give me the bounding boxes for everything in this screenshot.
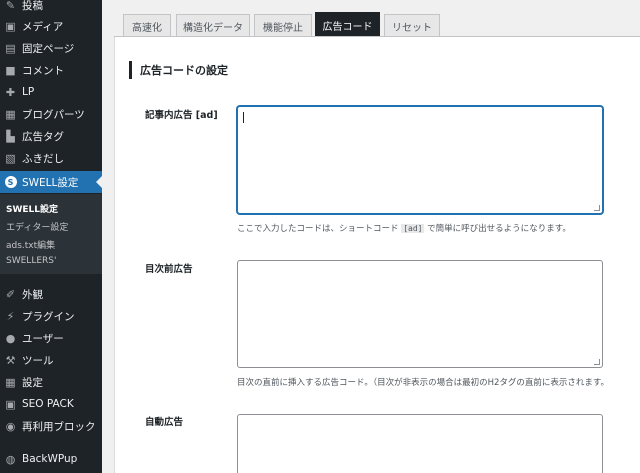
menu-swell-settings[interactable]: S SWELL設定 (0, 171, 102, 193)
before-toc-ad-textarea[interactable] (237, 260, 603, 368)
tab-speed[interactable]: 高速化 (123, 14, 171, 37)
tab-disable-features[interactable]: 機能停止 (254, 14, 312, 37)
submenu-swell-settings[interactable]: SWELL設定 (6, 202, 58, 215)
pin-icon: ✎ (5, 0, 16, 12)
adtag-icon: ▙ (6, 129, 15, 143)
resize-grip-icon[interactable] (594, 359, 600, 365)
brush-icon: ✐ (5, 287, 16, 301)
plugin-icon: ⚡ (6, 309, 15, 323)
tab-structured-data[interactable]: 構造化データ (176, 14, 250, 37)
field-label-in-article-ad: 記事内広告 [ad] (145, 110, 218, 121)
comment-icon: ■ (5, 63, 16, 77)
settings-panel: 広告コードの設定 記事内広告 [ad] ここで入力したコードは、ショートコード … (114, 37, 640, 473)
lp-icon: ✚ (5, 85, 16, 99)
field-label-auto-ads: 自動広告 (145, 417, 184, 428)
menu-lp[interactable]: ✚ LP (0, 81, 102, 103)
menu-pages[interactable]: ▤ 固定ページ (0, 37, 102, 59)
menu-plugins[interactable]: ⚡ プラグイン (0, 305, 102, 327)
field-label-before-toc-ad: 目次前広告 (145, 264, 193, 275)
swell-submenu: SWELL設定 エディター設定 ads.txt編集 SWELLERS' (0, 194, 102, 274)
reuse-icon: ◉ (5, 419, 16, 433)
submenu-swellers[interactable]: SWELLERS' (6, 256, 56, 266)
seopack-icon: ▣ (5, 397, 16, 411)
resize-grip-icon[interactable] (594, 205, 600, 211)
settings-icon: ▦ (5, 375, 16, 389)
text-caret (243, 112, 244, 123)
menu-seo-pack[interactable]: ▣ SEO PACK (0, 393, 102, 415)
submenu-ads-txt[interactable]: ads.txt編集 (6, 238, 55, 251)
menu-posts[interactable]: ✎ 投稿 (0, 0, 102, 16)
balloon-icon: ▧ (5, 151, 16, 165)
in-article-ad-help: ここで入力したコードは、ショートコード [ad] で簡単に呼び出せるようになりま… (237, 224, 571, 234)
menu-settings[interactable]: ▦ 設定 (0, 371, 102, 393)
swell-icon: S (4, 176, 17, 189)
active-arrow-icon (96, 176, 102, 188)
menu-balloon[interactable]: ▧ ふきだし (0, 147, 102, 169)
menu-blogparts[interactable]: ▦ ブログパーツ (0, 103, 102, 125)
menu-tools[interactable]: ⚒ ツール (0, 349, 102, 371)
page-icon: ▤ (5, 41, 16, 55)
blogparts-icon: ▦ (5, 107, 16, 121)
section-title: 広告コードの設定 (129, 61, 228, 79)
tab-reset[interactable]: リセット (384, 14, 440, 37)
menu-users[interactable]: ● ユーザー (0, 327, 102, 349)
user-icon: ● (5, 331, 16, 345)
settings-tabs: 高速化 構造化データ 機能停止 広告コード リセット (102, 0, 640, 37)
menu-reusable-blocks[interactable]: ◉ 再利用ブロック (0, 415, 102, 437)
menu-backwpup[interactable]: ◍ BackWPup (0, 448, 102, 470)
before-toc-ad-help: 目次の直前に挿入する広告コード。（目次が非表示の場合は最初のH2タグの直前に表示… (237, 378, 610, 388)
wrench-icon: ⚒ (5, 353, 16, 367)
submenu-editor-settings[interactable]: エディター設定 (6, 220, 68, 233)
media-icon: ▣ (5, 19, 16, 33)
auto-ads-textarea[interactable] (237, 414, 603, 473)
in-article-ad-textarea[interactable] (237, 106, 603, 214)
tab-ad-code[interactable]: 広告コード (315, 12, 380, 37)
menu-comments[interactable]: ■ コメント (0, 59, 102, 81)
menu-appearance[interactable]: ✐ 外観 (0, 283, 102, 305)
admin-sidebar: ✎ 投稿 ▣ メディア ▤ 固定ページ ■ コメント ✚ LP ▦ ブログパーツ ▙ 広告タグ… (0, 0, 102, 473)
backwpup-icon: ◍ (5, 452, 16, 466)
menu-media[interactable]: ▣ メディア (0, 15, 102, 37)
menu-adtag[interactable]: ▙ 広告タグ (0, 125, 102, 147)
